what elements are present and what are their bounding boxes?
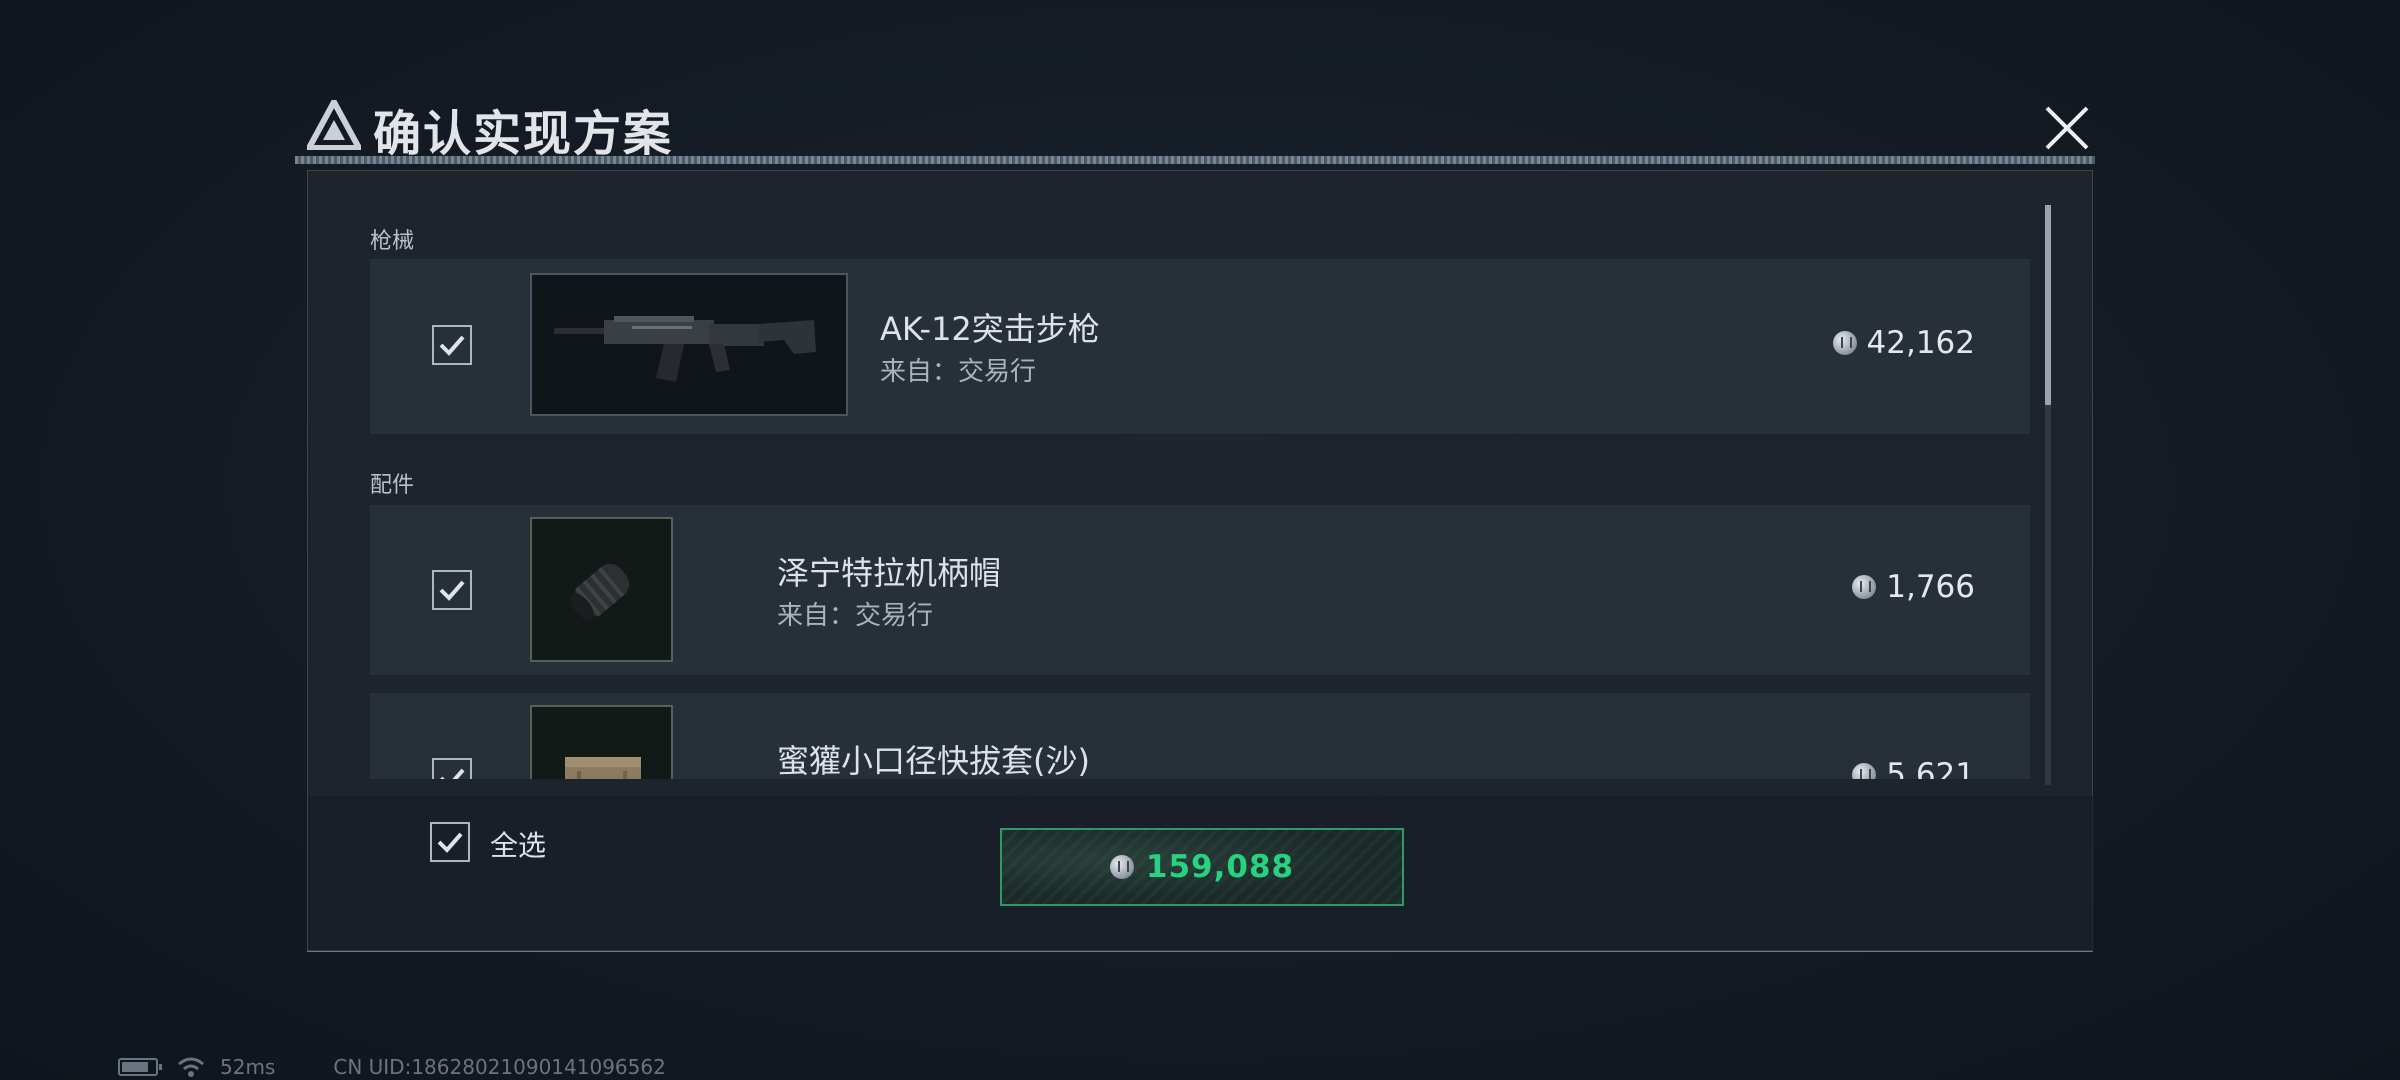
checkmark-icon — [439, 580, 465, 601]
attachment-thumbnail — [530, 705, 673, 779]
status-bar: 52ms CN UID:18628021090141096562 — [118, 1055, 666, 1079]
item-source: 来自：交易行 — [880, 357, 1037, 387]
confirm-total-button[interactable]: 159,088 — [1000, 828, 1404, 906]
dialog-title-bar: 确认实现方案 — [295, 90, 2105, 162]
item-checkbox[interactable] — [432, 758, 472, 779]
select-all-checkbox[interactable] — [430, 822, 470, 862]
list-item[interactable]: 蜜獾小口径快拔套(沙) 5,621 — [370, 693, 2030, 779]
coin-icon — [1852, 575, 1877, 599]
wifi-icon — [178, 1057, 204, 1077]
item-price: 42,162 — [1832, 325, 1975, 361]
coin-icon — [1852, 763, 1877, 779]
item-price: 1,766 — [1852, 569, 1975, 605]
close-button[interactable] — [2037, 100, 2097, 156]
weapon-thumbnail — [530, 273, 848, 416]
item-name: AK-12突击步枪 — [880, 310, 1100, 348]
charging-handle-cap-icon — [569, 563, 629, 620]
item-list[interactable]: 枪械 AK-12突击步枪 来自：交易行 42,162 配件 泽宁特拉机柄帽 来自… — [308, 171, 2094, 779]
item-name: 泽宁特拉机柄帽 — [777, 554, 1002, 592]
coin-icon — [1832, 331, 1857, 355]
item-price-value: 1,766 — [1886, 569, 1975, 605]
item-checkbox[interactable] — [432, 570, 472, 610]
item-name: 蜜獾小口径快拔套(沙) — [777, 742, 1090, 779]
dialog-panel: 枪械 AK-12突击步枪 来自：交易行 42,162 配件 泽宁特拉机柄帽 来自… — [307, 170, 2094, 952]
suppressor-cover-icon — [564, 756, 641, 779]
checkmark-icon — [439, 335, 465, 356]
rifle-icon — [554, 315, 816, 382]
list-scrollbar[interactable] — [2045, 205, 2051, 785]
confirm-plan-dialog: 确认实现方案 枪械 AK-12突击步枪 来自：交易行 42,162 配件 泽宁特… — [295, 90, 2095, 952]
section-label-weapons: 枪械 — [370, 229, 415, 254]
attachment-thumbnail — [530, 517, 673, 662]
item-source: 来自：交易行 — [777, 601, 934, 631]
scrollbar-thumb[interactable] — [2045, 205, 2051, 405]
title-divider — [295, 156, 2095, 164]
ping-value: 52ms — [220, 1055, 276, 1079]
triangle-logo-icon — [307, 100, 361, 150]
coin-icon — [1109, 855, 1134, 879]
total-price: 159,088 — [1145, 849, 1295, 885]
list-item[interactable]: 泽宁特拉机柄帽 来自：交易行 1,766 — [370, 505, 2030, 675]
dialog-footer: 全选 159,088 — [308, 796, 2094, 951]
battery-icon — [118, 1058, 162, 1076]
section-label-attachments: 配件 — [370, 473, 415, 498]
item-price: 5,621 — [1852, 757, 1975, 779]
select-all-label[interactable]: 全选 — [490, 824, 546, 864]
item-price-value: 42,162 — [1866, 325, 1975, 361]
dialog-title: 确认实现方案 — [373, 106, 674, 162]
list-item[interactable]: AK-12突击步枪 来自：交易行 42,162 — [370, 259, 2030, 434]
close-icon — [2045, 106, 2089, 150]
checkmark-icon — [440, 768, 465, 779]
item-checkbox[interactable] — [432, 325, 472, 365]
user-uid: CN UID:18628021090141096562 — [333, 1055, 666, 1079]
checkmark-icon — [437, 832, 463, 853]
item-price-value: 5,621 — [1886, 757, 1975, 779]
